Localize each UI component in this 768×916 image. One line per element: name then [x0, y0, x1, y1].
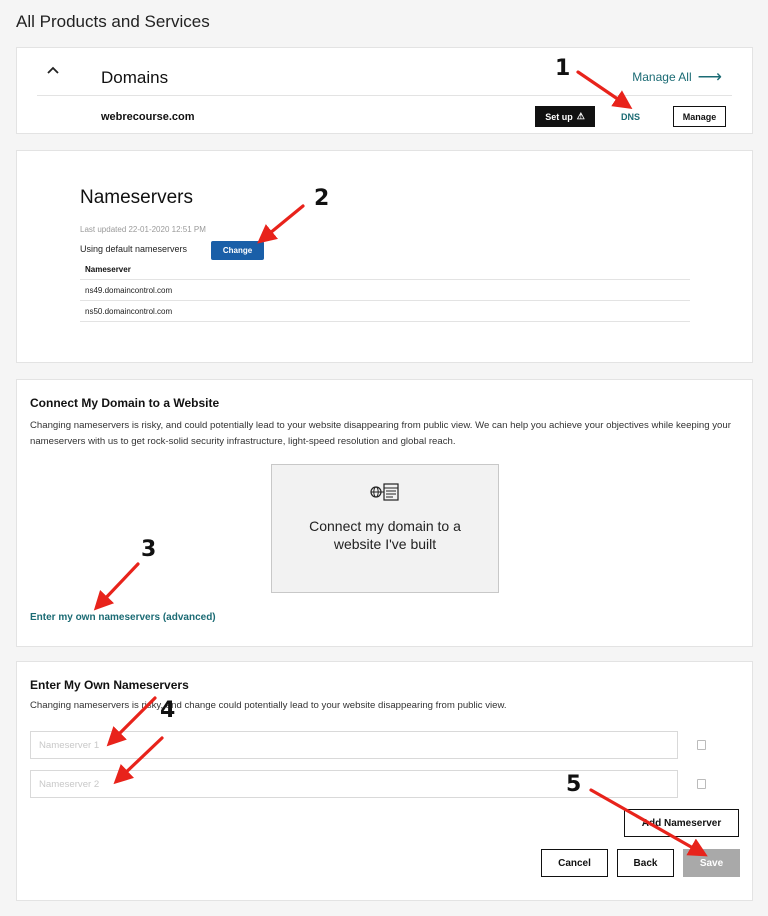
- step-number-1: 1: [555, 56, 571, 81]
- table-header: Nameserver: [80, 259, 690, 280]
- nameservers-card: Nameservers Last updated 22-01-2020 12:5…: [16, 150, 753, 363]
- nameserver-1-input[interactable]: [30, 731, 678, 759]
- delete-icon[interactable]: [697, 779, 706, 789]
- step-number-4: 4: [160, 698, 176, 723]
- setup-button[interactable]: Set up ⚠: [535, 106, 595, 127]
- connect-website-option[interactable]: Connect my domain to a website I've buil…: [271, 464, 499, 593]
- change-button[interactable]: Change: [211, 241, 264, 260]
- advanced-nameservers-link[interactable]: Enter my own nameservers (advanced): [30, 612, 216, 623]
- setup-label: Set up: [545, 111, 573, 122]
- chevron-up-icon[interactable]: [47, 66, 59, 74]
- warning-icon: ⚠: [576, 111, 585, 121]
- delete-icon[interactable]: [697, 740, 706, 750]
- manage-button[interactable]: Manage: [673, 106, 726, 127]
- step-number-2: 2: [314, 186, 330, 211]
- domain-name: webrecourse.com: [101, 111, 195, 123]
- page-title: All Products and Services: [16, 12, 210, 31]
- dns-link[interactable]: DNS: [621, 112, 640, 122]
- default-nameservers-text: Using default nameservers: [80, 244, 188, 254]
- cancel-button[interactable]: Cancel: [541, 849, 608, 877]
- add-nameserver-button[interactable]: Add Nameserver: [624, 809, 739, 837]
- own-nameservers-heading: Enter My Own Nameservers: [30, 678, 189, 692]
- website-globe-icon: [272, 483, 498, 503]
- domains-card: Domains Manage All ⟶ webrecourse.com Set…: [16, 47, 753, 134]
- step-number-3: 3: [141, 537, 157, 562]
- last-updated-text: Last updated 22-01-2020 12:51 PM: [80, 225, 206, 234]
- table-row: ns50.domaincontrol.com: [80, 301, 690, 322]
- connect-description: Changing nameservers is risky, and could…: [30, 420, 731, 447]
- manage-all-link[interactable]: Manage All ⟶: [632, 68, 722, 85]
- connect-heading: Connect My Domain to a Website: [30, 396, 220, 410]
- connect-option-label: Connect my domain to a website I've buil…: [309, 518, 461, 552]
- own-nameservers-card: Enter My Own Nameservers Changing namese…: [16, 661, 753, 901]
- arrow-right-icon: ⟶: [697, 67, 722, 86]
- domains-heading: Domains: [101, 68, 169, 87]
- step-number-5: 5: [566, 772, 582, 797]
- nameservers-heading: Nameservers: [80, 187, 193, 208]
- save-button[interactable]: Save: [683, 849, 740, 877]
- divider: [37, 95, 732, 96]
- table-row: ns49.domaincontrol.com: [80, 280, 690, 301]
- manage-all-label: Manage All: [632, 69, 692, 84]
- nameserver-table: Nameserver ns49.domaincontrol.com ns50.d…: [80, 259, 690, 322]
- own-nameservers-description: Changing nameservers is risky, and chang…: [30, 700, 507, 711]
- back-button[interactable]: Back: [617, 849, 674, 877]
- connect-domain-card: Connect My Domain to a Website Changing …: [16, 379, 753, 647]
